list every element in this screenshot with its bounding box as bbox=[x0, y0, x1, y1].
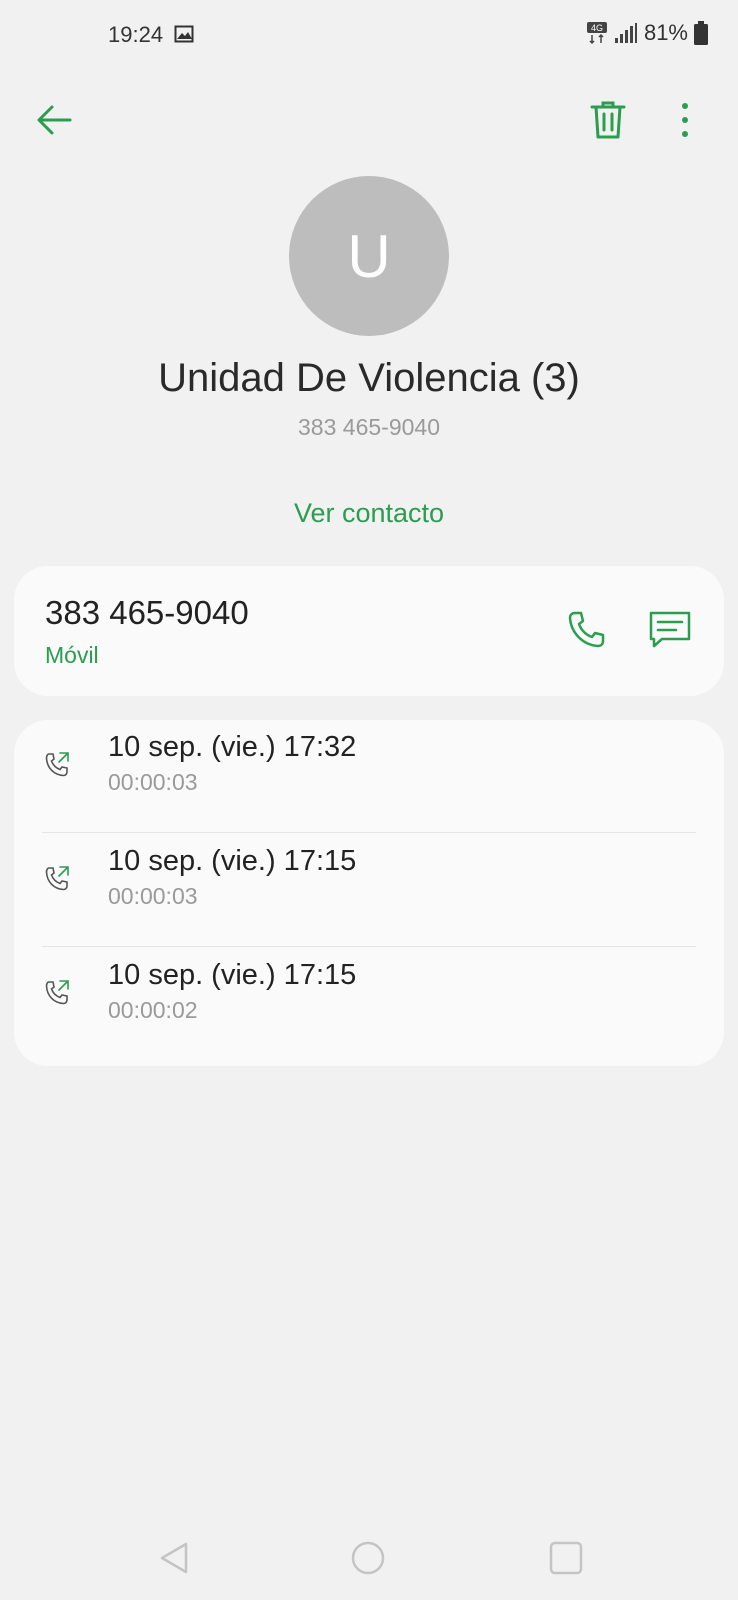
phone-type-label: Móvil bbox=[45, 642, 99, 668]
status-right-group: 4G 81% bbox=[586, 20, 708, 46]
contact-name: Unidad De Violencia (3) bbox=[158, 356, 580, 400]
avatar-letter: U bbox=[347, 222, 391, 290]
message-icon[interactable] bbox=[648, 610, 692, 650]
image-icon bbox=[174, 25, 194, 43]
view-contact-link[interactable]: Ver contacto bbox=[0, 498, 738, 529]
battery-icon bbox=[694, 21, 708, 45]
call-duration: 00:00:02 bbox=[108, 997, 198, 1023]
call-datetime: 10 sep. (vie.) 17:15 bbox=[108, 845, 357, 877]
phone-icon[interactable] bbox=[566, 610, 606, 650]
nav-recents-icon[interactable] bbox=[548, 1540, 584, 1576]
call-duration: 00:00:03 bbox=[108, 769, 198, 795]
avatar: U bbox=[289, 176, 449, 336]
more-vert-icon[interactable] bbox=[670, 100, 700, 140]
contact-number: 383 465-9040 bbox=[298, 414, 440, 440]
outgoing-call-icon bbox=[45, 980, 69, 1005]
row-divider bbox=[42, 832, 696, 833]
back-arrow-icon[interactable] bbox=[34, 100, 74, 140]
status-time: 19:24 bbox=[108, 22, 164, 47]
nav-home-icon[interactable] bbox=[350, 1540, 386, 1576]
row-divider bbox=[42, 946, 696, 947]
battery-percent: 81% bbox=[643, 20, 688, 45]
outgoing-call-icon bbox=[45, 752, 69, 777]
signal-icon bbox=[614, 23, 637, 43]
phone-number: 383 465-9040 bbox=[45, 594, 249, 631]
nav-back-icon[interactable] bbox=[156, 1540, 192, 1576]
trash-icon[interactable] bbox=[590, 100, 626, 140]
call-duration: 00:00:03 bbox=[108, 883, 198, 909]
outgoing-call-icon bbox=[45, 866, 69, 891]
network-badge: 4G bbox=[591, 23, 603, 33]
call-datetime: 10 sep. (vie.) 17:32 bbox=[108, 731, 357, 763]
call-datetime: 10 sep. (vie.) 17:15 bbox=[108, 959, 357, 991]
network-4g-icon: 4G bbox=[586, 22, 607, 45]
